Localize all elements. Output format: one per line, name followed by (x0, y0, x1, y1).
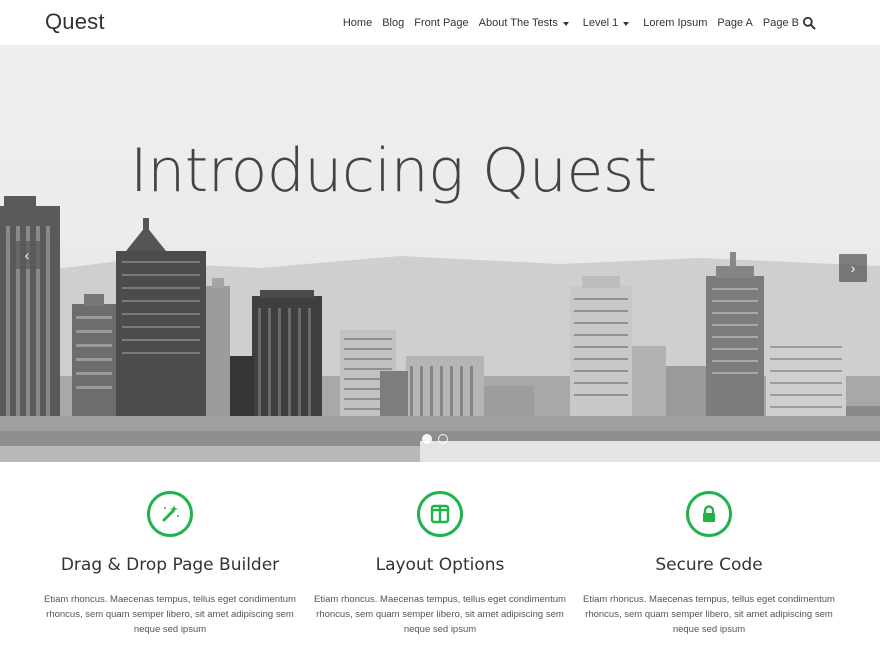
feature-icon-circle (686, 491, 732, 537)
nav-item-level-1-label: Level 1 (582, 17, 619, 29)
feature-text: Etiam rhoncus. Maecenas tempus, tellus e… (314, 594, 566, 635)
slider-dot-1[interactable] (422, 434, 432, 444)
columns-icon (430, 504, 450, 524)
site-logo[interactable]: Quest (45, 9, 105, 35)
lock-icon (703, 505, 715, 522)
nav-item-home[interactable]: Home (338, 17, 377, 29)
chevron-left-icon: ‹ (24, 247, 30, 263)
feature-text: Etiam rhoncus. Maecenas tempus, tellus e… (44, 594, 296, 635)
feature-text: Etiam rhoncus. Maecenas tempus, tellus e… (583, 594, 835, 635)
feature-title: Secure Code (655, 555, 763, 575)
caret-down-icon (623, 21, 630, 26)
feature-title: Layout Options (375, 555, 505, 575)
nav-item-page-a[interactable]: Page A (712, 17, 757, 29)
slider-next-button[interactable]: › (839, 254, 867, 282)
nav-item-about-the-tests-label: About The Tests (478, 17, 558, 29)
nav-item-lorem-ipsum[interactable]: Lorem Ipsum (638, 17, 712, 29)
search-icon[interactable] (802, 16, 816, 30)
slider-dot-2[interactable] (438, 434, 448, 444)
magic-wand-icon (162, 505, 179, 522)
nav-item-page-b[interactable]: Page B (758, 17, 804, 29)
nav-item-level-1[interactable]: Level 1 (578, 17, 634, 29)
feature-icon-circle (147, 491, 193, 537)
chevron-right-icon: › (850, 260, 856, 276)
nav-item-blog[interactable]: Blog (377, 17, 409, 29)
slider-pagination (422, 434, 448, 444)
caret-down-icon (562, 21, 569, 26)
feature-title: Drag & Drop Page Builder (60, 555, 280, 575)
feature-icon-circle (417, 491, 463, 537)
slider-prev-button[interactable]: ‹ (13, 241, 41, 269)
features-section: Drag & Drop Page Builder Etiam rhoncus. … (0, 462, 880, 660)
site-header: Quest Home Blog Front Page About The Tes… (0, 0, 880, 46)
city-skyline-image (0, 196, 880, 462)
main-nav: Home Blog Front Page About The Tests Lev… (338, 0, 804, 46)
nav-item-about-the-tests[interactable]: About The Tests (474, 17, 574, 29)
hero-slider: Introducing Quest ‹ › (0, 46, 880, 462)
nav-item-front-page[interactable]: Front Page (409, 17, 473, 29)
hero-title: Introducing Quest (130, 136, 657, 206)
